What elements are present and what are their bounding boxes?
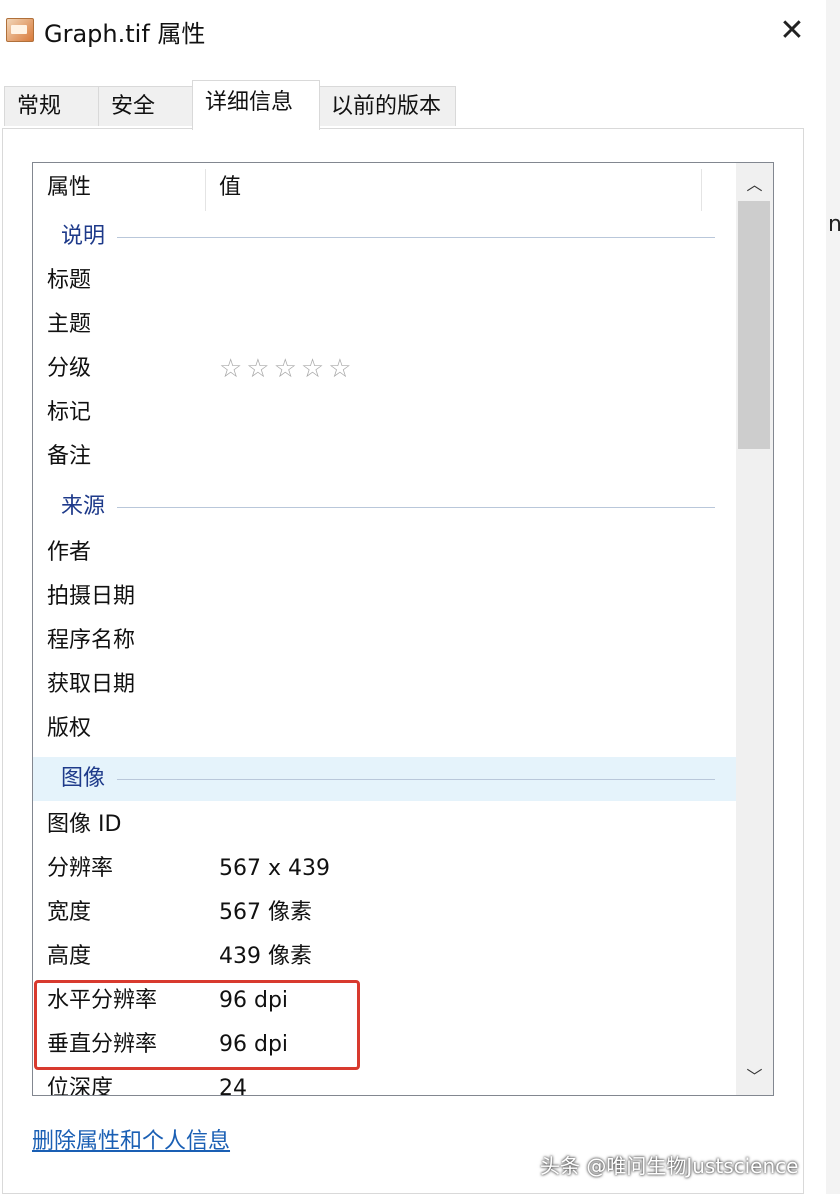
property-row-bit-depth[interactable]: 位深度 24 bbox=[33, 1067, 737, 1096]
image-file-icon bbox=[6, 18, 34, 42]
remove-properties-link[interactable]: 删除属性和个人信息 bbox=[32, 1126, 230, 1158]
property-row-program-name[interactable]: 程序名称 bbox=[33, 619, 737, 663]
group-divider bbox=[117, 237, 715, 238]
property-name: 备注 bbox=[47, 444, 92, 469]
group-label: 来源 bbox=[61, 494, 106, 519]
property-value[interactable]: 567 像素 bbox=[219, 891, 312, 935]
tab-previous-versions[interactable]: 以前的版本 bbox=[318, 86, 456, 126]
properties-window: Graph.tif 属性 ✕ 常规 安全 详细信息 以前的版本 属性 值 说明 … bbox=[0, 0, 827, 1194]
group-header-image[interactable]: 图像 bbox=[33, 757, 737, 801]
property-name: 版权 bbox=[47, 716, 92, 741]
scroll-up-arrow-icon[interactable]: ︿ bbox=[736, 167, 773, 203]
property-name: 拍摄日期 bbox=[47, 584, 136, 609]
property-row-rating[interactable]: 分级 ☆☆☆☆☆ bbox=[33, 347, 737, 391]
property-row-date-taken[interactable]: 拍摄日期 bbox=[33, 575, 737, 619]
rating-stars[interactable]: ☆☆☆☆☆ bbox=[219, 347, 356, 391]
property-name: 宽度 bbox=[47, 900, 92, 925]
title-bar: Graph.tif 属性 ✕ bbox=[0, 0, 826, 62]
property-name: 标记 bbox=[47, 400, 92, 425]
property-name: 图像 ID bbox=[47, 812, 122, 837]
background-text-fragment: n bbox=[828, 212, 840, 237]
property-row-image-id[interactable]: 图像 ID bbox=[33, 803, 737, 847]
group-divider bbox=[117, 507, 715, 508]
group-label: 说明 bbox=[61, 224, 106, 249]
property-name: 分辨率 bbox=[47, 856, 114, 881]
property-name: 获取日期 bbox=[47, 672, 136, 697]
column-header-property[interactable]: 属性 bbox=[47, 163, 91, 213]
group-divider bbox=[117, 779, 715, 780]
column-header-value[interactable]: 值 bbox=[219, 163, 241, 213]
property-name: 位深度 bbox=[47, 1076, 114, 1096]
watermark-overlay: 头条 @唯问生物Justscience bbox=[540, 1154, 799, 1178]
property-row-comments[interactable]: 备注 bbox=[33, 435, 737, 479]
tab-bar: 常规 安全 详细信息 以前的版本 bbox=[0, 80, 826, 130]
property-row-height[interactable]: 高度 439 像素 bbox=[33, 935, 737, 979]
resolution-highlight-annotation bbox=[34, 980, 360, 1070]
property-name: 程序名称 bbox=[47, 628, 136, 653]
property-value[interactable]: 24 bbox=[219, 1067, 247, 1095]
property-row-author[interactable]: 作者 bbox=[33, 531, 737, 575]
property-row-copyright[interactable]: 版权 bbox=[33, 707, 737, 751]
column-separator[interactable] bbox=[701, 169, 702, 211]
window-title: Graph.tif 属性 bbox=[44, 20, 206, 48]
scrollbar-thumb[interactable] bbox=[738, 201, 770, 449]
group-header-origin[interactable]: 来源 bbox=[33, 485, 737, 529]
property-list[interactable]: 属性 值 说明 标题 主题 分级 ☆☆☆☆☆ 标记 备注 来源 作者 拍摄日期 … bbox=[32, 162, 774, 1096]
property-row-tags[interactable]: 标记 bbox=[33, 391, 737, 435]
property-name: 主题 bbox=[47, 312, 92, 337]
vertical-scrollbar[interactable]: ︿ ﹀ bbox=[736, 163, 773, 1095]
list-header: 属性 值 bbox=[33, 163, 737, 213]
close-button[interactable]: ✕ bbox=[768, 10, 816, 52]
property-row-subject[interactable]: 主题 bbox=[33, 303, 737, 347]
property-name: 作者 bbox=[47, 540, 92, 565]
property-row-title[interactable]: 标题 bbox=[33, 259, 737, 303]
background-window-edge: n bbox=[826, 0, 840, 1194]
property-row-width[interactable]: 宽度 567 像素 bbox=[33, 891, 737, 935]
tab-details[interactable]: 详细信息 bbox=[192, 80, 320, 130]
property-name: 分级 bbox=[47, 356, 92, 381]
property-name: 标题 bbox=[47, 268, 92, 293]
tab-general[interactable]: 常规 bbox=[4, 86, 100, 126]
property-value[interactable]: 439 像素 bbox=[219, 935, 312, 979]
property-value[interactable]: 567 x 439 bbox=[219, 847, 330, 891]
property-name: 高度 bbox=[47, 944, 92, 969]
scroll-down-arrow-icon[interactable]: ﹀ bbox=[736, 1059, 773, 1095]
group-header-description[interactable]: 说明 bbox=[33, 215, 737, 259]
property-row-date-acquired[interactable]: 获取日期 bbox=[33, 663, 737, 707]
group-label: 图像 bbox=[61, 766, 106, 791]
tab-security[interactable]: 安全 bbox=[98, 86, 194, 126]
property-row-dimensions[interactable]: 分辨率 567 x 439 bbox=[33, 847, 737, 891]
column-separator[interactable] bbox=[205, 169, 206, 211]
